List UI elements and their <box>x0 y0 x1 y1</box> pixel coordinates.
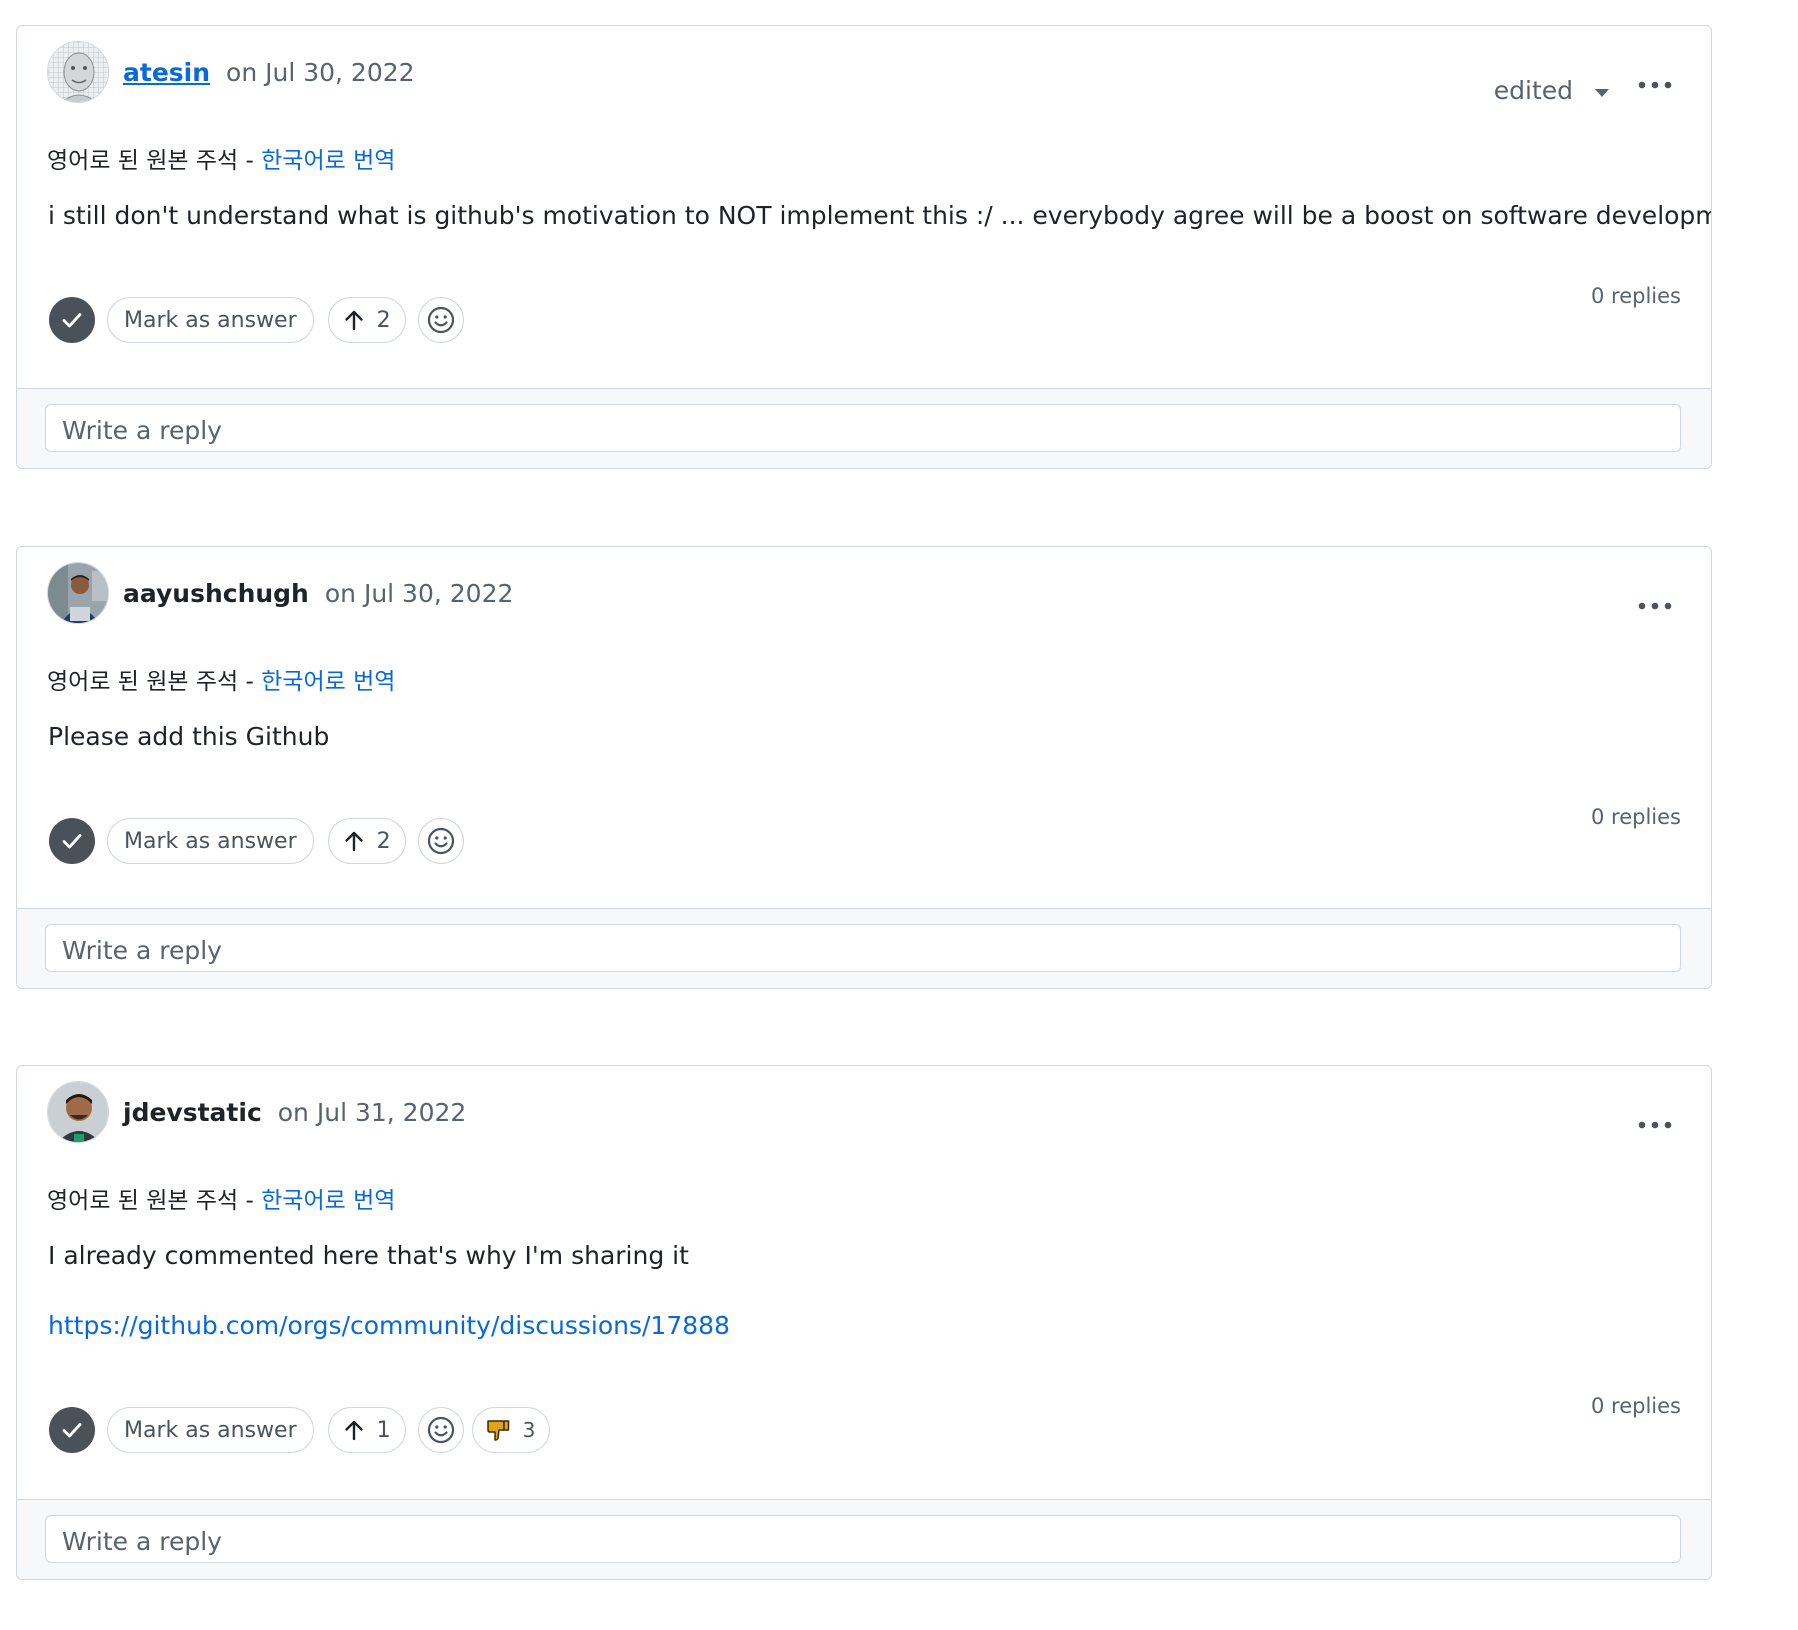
reply-input[interactable]: Write a reply <box>45 404 1681 452</box>
mark-as-answer-button[interactable]: Mark as answer <box>107 297 314 343</box>
more-options-button[interactable] <box>1635 593 1675 619</box>
kebab-horizontal-icon <box>1638 602 1672 610</box>
answered-check[interactable] <box>49 297 95 343</box>
translate-link[interactable]: 한국어로 번역 <box>261 1188 395 1214</box>
comment-actions: Mark as answer 2 <box>49 817 464 865</box>
reply-input[interactable]: Write a reply <box>45 924 1681 972</box>
smiley-icon <box>427 1416 454 1444</box>
comment-date[interactable]: on Jul 30, 2022 <box>226 58 415 87</box>
discussion-link[interactable]: https://github.com/orgs/community/discus… <box>48 1311 730 1340</box>
comment-text: i still don't understand what is github'… <box>48 201 1712 230</box>
translation-notice: 영어로 된 원본 주석 - 한국어로 번역 <box>47 1181 395 1215</box>
avatar[interactable] <box>47 1081 109 1143</box>
upvote-count: 1 <box>376 1417 391 1443</box>
check-icon <box>62 1423 82 1438</box>
more-options-button[interactable] <box>1635 72 1675 98</box>
reply-footer: Write a reply <box>17 1499 1711 1579</box>
upvote-button[interactable]: 2 <box>327 297 406 343</box>
upvote-button[interactable]: 1 <box>327 1407 406 1453</box>
comment-link-line: https://github.com/orgs/community/discus… <box>48 1311 730 1340</box>
arrow-up-icon <box>344 1420 363 1441</box>
more-options-button[interactable] <box>1635 1112 1675 1138</box>
comment-date[interactable]: on Jul 30, 2022 <box>325 579 514 608</box>
replies-count: 0 replies <box>1591 284 1681 308</box>
comment-actions: Mark as answer 2 <box>49 296 464 344</box>
comment-header: aayushchugh on Jul 30, 2022 <box>47 562 513 624</box>
kebab-horizontal-icon <box>1638 1121 1672 1129</box>
add-reaction-button[interactable] <box>417 818 464 864</box>
edited-dropdown[interactable]: edited <box>1494 76 1609 105</box>
replies-count: 0 replies <box>1591 1394 1681 1418</box>
reply-input[interactable]: Write a reply <box>45 1515 1681 1563</box>
smiley-icon <box>427 306 454 334</box>
avatar[interactable] <box>47 41 109 103</box>
author-name[interactable]: aayushchugh <box>123 579 309 608</box>
answered-check[interactable] <box>49 818 95 864</box>
comment-card: atesin on Jul 30, 2022 edited 영어로 된 원본 주… <box>16 25 1712 469</box>
kebab-horizontal-icon <box>1638 81 1672 89</box>
mark-as-answer-label: Mark as answer <box>124 1417 297 1443</box>
upvote-count: 2 <box>376 307 391 333</box>
reply-footer: Write a reply <box>17 908 1711 988</box>
add-reaction-button[interactable] <box>417 297 464 343</box>
translate-link[interactable]: 한국어로 번역 <box>261 148 395 174</box>
arrow-up-icon <box>344 310 363 331</box>
mark-as-answer-label: Mark as answer <box>124 307 297 333</box>
check-icon <box>62 313 82 328</box>
comment-actions: Mark as answer 1 3 <box>49 1406 551 1454</box>
translate-link[interactable]: 한국어로 번역 <box>261 669 395 695</box>
comment-card: aayushchugh on Jul 30, 2022 영어로 된 원본 주석 … <box>16 546 1712 989</box>
edited-label: edited <box>1493 76 1573 105</box>
mark-as-answer-button[interactable]: Mark as answer <box>107 1407 314 1453</box>
answered-check[interactable] <box>49 1407 95 1453</box>
avatar[interactable] <box>47 562 109 624</box>
smiley-icon <box>427 827 454 855</box>
mark-as-answer-button[interactable]: Mark as answer <box>107 818 314 864</box>
mark-as-answer-label: Mark as answer <box>124 828 297 854</box>
comment-date[interactable]: on Jul 31, 2022 <box>278 1098 467 1127</box>
comment-text: I already commented here that's why I'm … <box>48 1241 689 1270</box>
upvote-button[interactable]: 2 <box>327 818 406 864</box>
translation-prefix: 영어로 된 원본 주석 - <box>47 148 262 174</box>
reply-footer: Write a reply <box>17 388 1711 468</box>
check-icon <box>62 834 82 849</box>
triangle-down-icon <box>1595 88 1609 97</box>
comment-header: jdevstatic on Jul 31, 2022 <box>47 1081 466 1143</box>
replies-count: 0 replies <box>1591 805 1681 829</box>
translation-prefix: 영어로 된 원본 주석 - <box>47 669 262 695</box>
comment-card: jdevstatic on Jul 31, 2022 영어로 된 원본 주석 -… <box>16 1065 1712 1580</box>
reaction-count: 3 <box>522 1418 536 1442</box>
author-link[interactable]: atesin <box>123 58 210 87</box>
translation-prefix: 영어로 된 원본 주석 - <box>47 1188 262 1214</box>
translation-notice: 영어로 된 원본 주석 - 한국어로 번역 <box>47 141 395 175</box>
comment-header: atesin on Jul 30, 2022 <box>47 41 415 103</box>
author-name[interactable]: jdevstatic <box>123 1098 262 1127</box>
translation-notice: 영어로 된 원본 주석 - 한국어로 번역 <box>47 662 395 696</box>
thumbs-down-reaction[interactable]: 3 <box>471 1407 551 1453</box>
thumbs-down-icon <box>486 1420 509 1441</box>
comment-text: Please add this Github <box>48 722 330 751</box>
upvote-count: 2 <box>376 828 391 854</box>
arrow-up-icon <box>344 831 363 852</box>
add-reaction-button[interactable] <box>417 1407 464 1453</box>
